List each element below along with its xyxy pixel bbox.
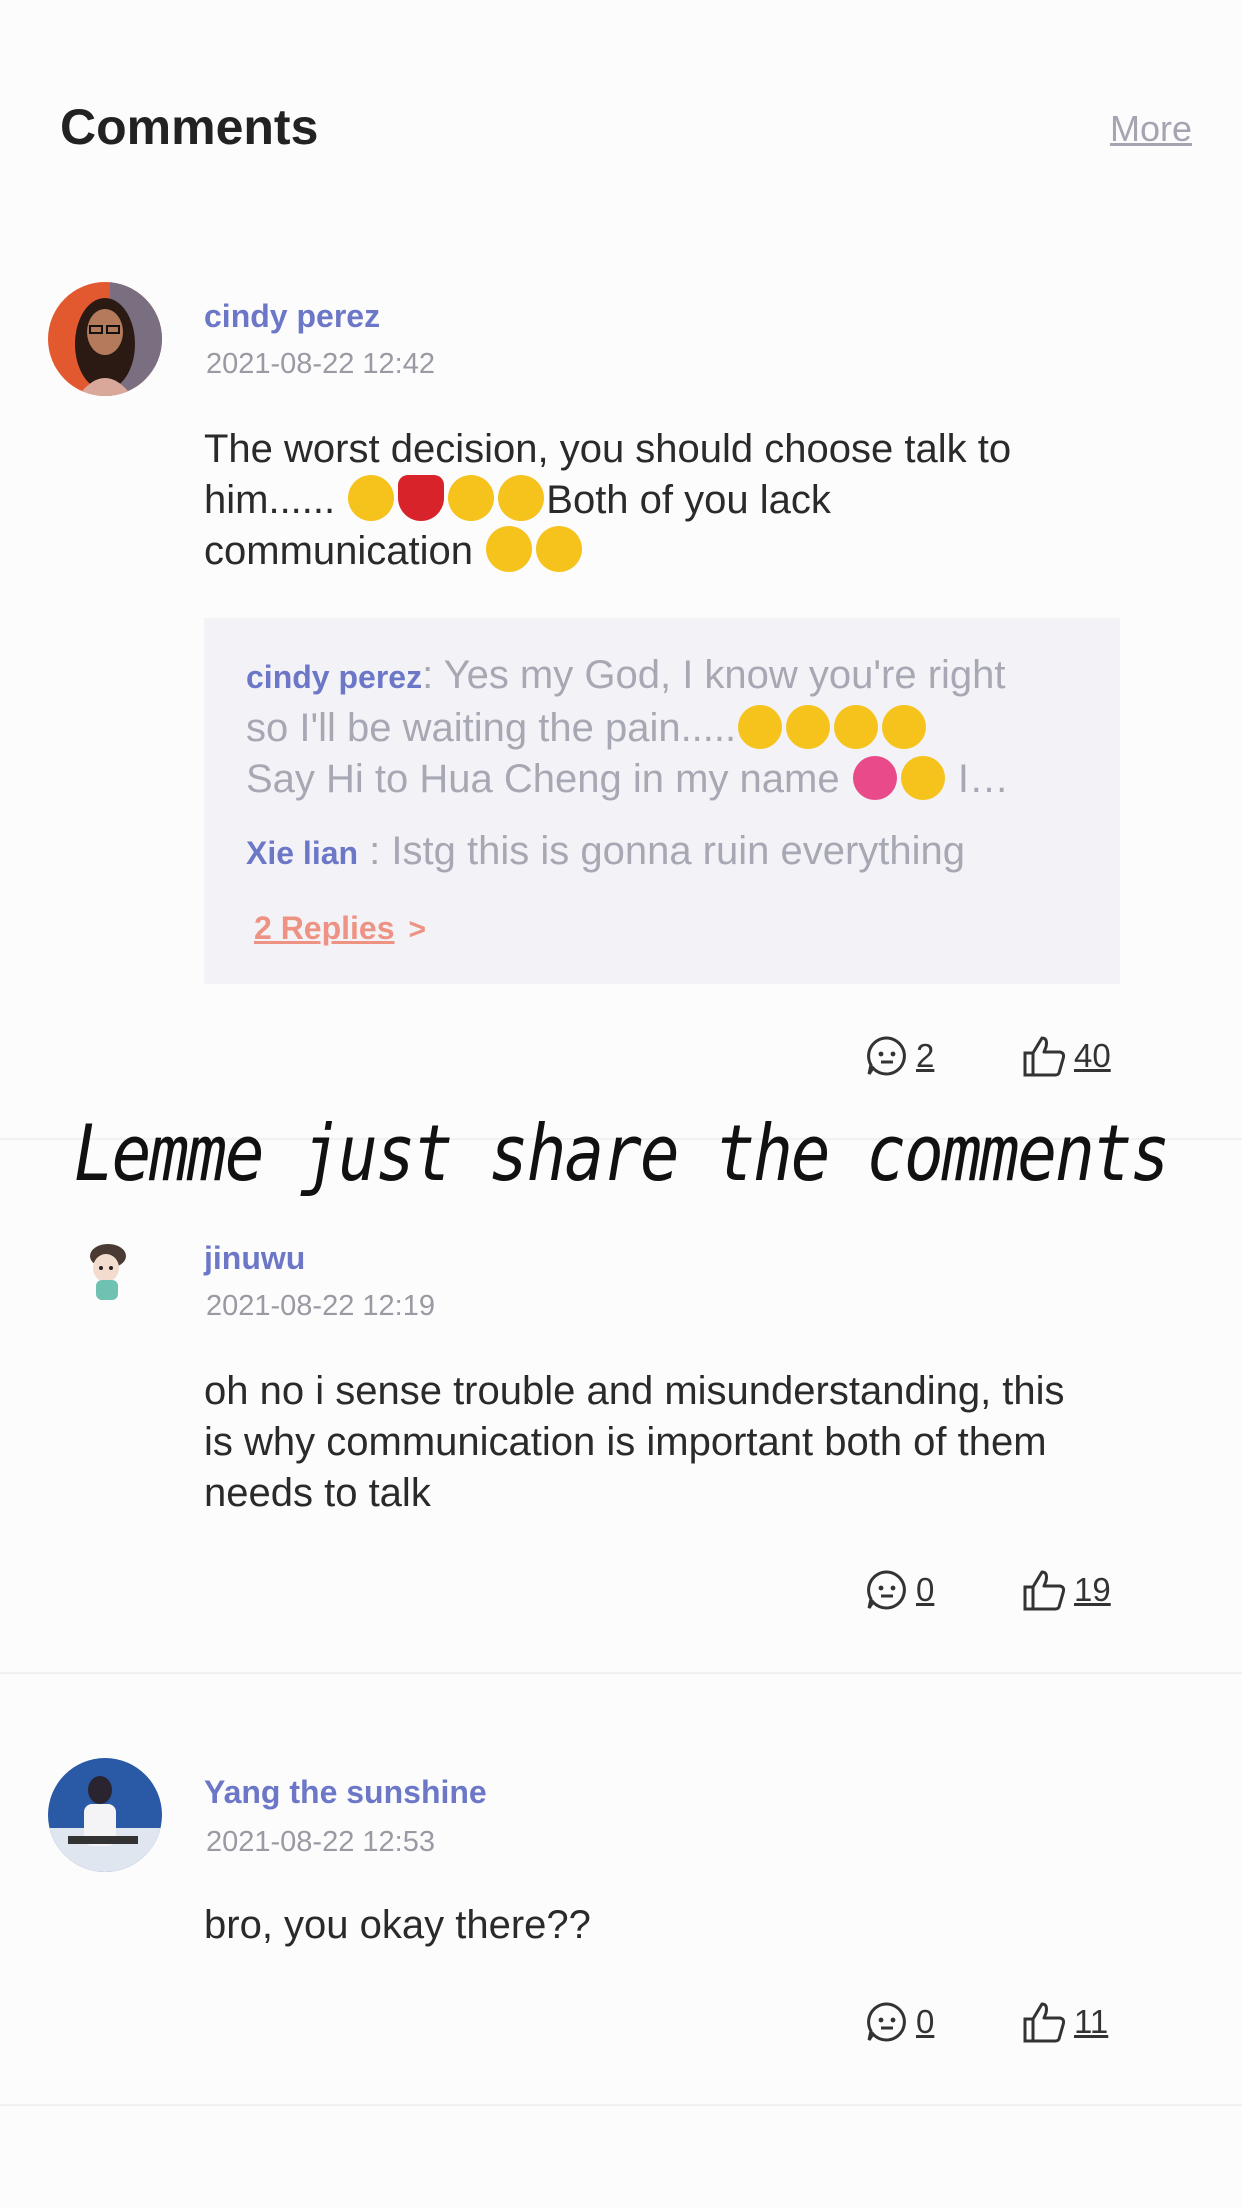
like-count: 19 <box>1074 1571 1111 1608</box>
avatar[interactable] <box>48 282 162 396</box>
reply-count: 2 <box>916 1037 935 1074</box>
reply-preview: cindy perez: Yes my God, I know you're r… <box>246 653 1009 801</box>
broken-heart-emoji-icon <box>398 475 445 521</box>
downcast-sweat-emoji-icon <box>348 475 395 521</box>
crying-face-emoji-icon <box>834 705 879 749</box>
crying-face-emoji-icon <box>448 475 495 521</box>
comment-text: bro, you okay there?? <box>204 1903 591 1947</box>
comment-text-line: him...... Both of you lack <box>204 475 1124 526</box>
downcast-sweat-emoji-icon <box>882 705 927 749</box>
chevron-right-icon: > <box>408 913 427 946</box>
like-count: 40 <box>1074 1037 1111 1074</box>
thumbs-up-icon <box>1023 1036 1066 1077</box>
like-count: 11 <box>1074 2003 1109 2040</box>
crying-face-emoji-icon <box>786 705 831 749</box>
comment-bubble-icon <box>867 1036 906 1076</box>
comment-bubble-icon <box>867 2002 906 2042</box>
reply-button[interactable]: 0 <box>866 1568 934 1612</box>
comment-bubble-icon <box>867 1570 906 1610</box>
comments-header: Comments More <box>0 0 1242 200</box>
overlay-caption: Lemme just share the comments <box>73 1108 1170 1199</box>
view-replies-link[interactable]: 2 Replies > <box>254 910 426 947</box>
comment-text: The worst decision, you should choose ta… <box>204 424 1124 577</box>
avatar[interactable] <box>48 1758 162 1872</box>
reply-count: 0 <box>916 1571 935 1608</box>
reply-preview-box[interactable]: cindy perez: Yes my God, I know you're r… <box>204 618 1120 984</box>
reply-username[interactable]: Xie lian <box>246 835 358 871</box>
comment-username[interactable]: Yang the sunshine <box>204 1774 487 1811</box>
confounded-face-emoji-icon <box>738 705 783 749</box>
reply-count: 0 <box>916 2003 935 2040</box>
like-button[interactable]: 19 <box>1022 1568 1111 1612</box>
reply-button[interactable]: 0 <box>866 2000 934 2044</box>
more-link[interactable]: More <box>1110 108 1192 150</box>
thumbs-up-icon <box>1023 2002 1066 2043</box>
comment-text: oh no i sense trouble and misunderstandi… <box>204 1369 1065 1515</box>
divider <box>0 2104 1242 2106</box>
comment-text-line: communication <box>204 526 1124 577</box>
reply-preview: Xie lian : Istg this is gonna ruin every… <box>246 829 966 873</box>
confounded-face-emoji-icon <box>536 526 583 572</box>
comment-text-line: The worst decision, you should choose ta… <box>204 427 1012 471</box>
like-button[interactable]: 11 <box>1022 2000 1108 2044</box>
divider <box>0 1672 1242 1674</box>
crying-face-emoji-icon <box>498 475 545 521</box>
reply-username[interactable]: cindy perez <box>246 659 422 695</box>
heart-eyes-emoji-icon <box>900 756 945 800</box>
comment-timestamp: 2021-08-22 12:53 <box>206 1826 435 1858</box>
reply-button[interactable]: 2 <box>866 1034 934 1078</box>
comment-timestamp: 2021-08-22 12:19 <box>206 1290 435 1322</box>
comment-username[interactable]: jinuwu <box>204 1240 305 1277</box>
avatar[interactable] <box>48 1220 162 1334</box>
comment-username[interactable]: cindy perez <box>204 298 380 335</box>
confounded-face-emoji-icon <box>486 526 533 572</box>
comment-timestamp: 2021-08-22 12:42 <box>206 348 435 380</box>
thumbs-up-icon <box>1023 1570 1066 1611</box>
sparkling-heart-emoji-icon <box>852 756 897 800</box>
page-title: Comments <box>60 99 319 155</box>
like-button[interactable]: 40 <box>1022 1034 1111 1078</box>
